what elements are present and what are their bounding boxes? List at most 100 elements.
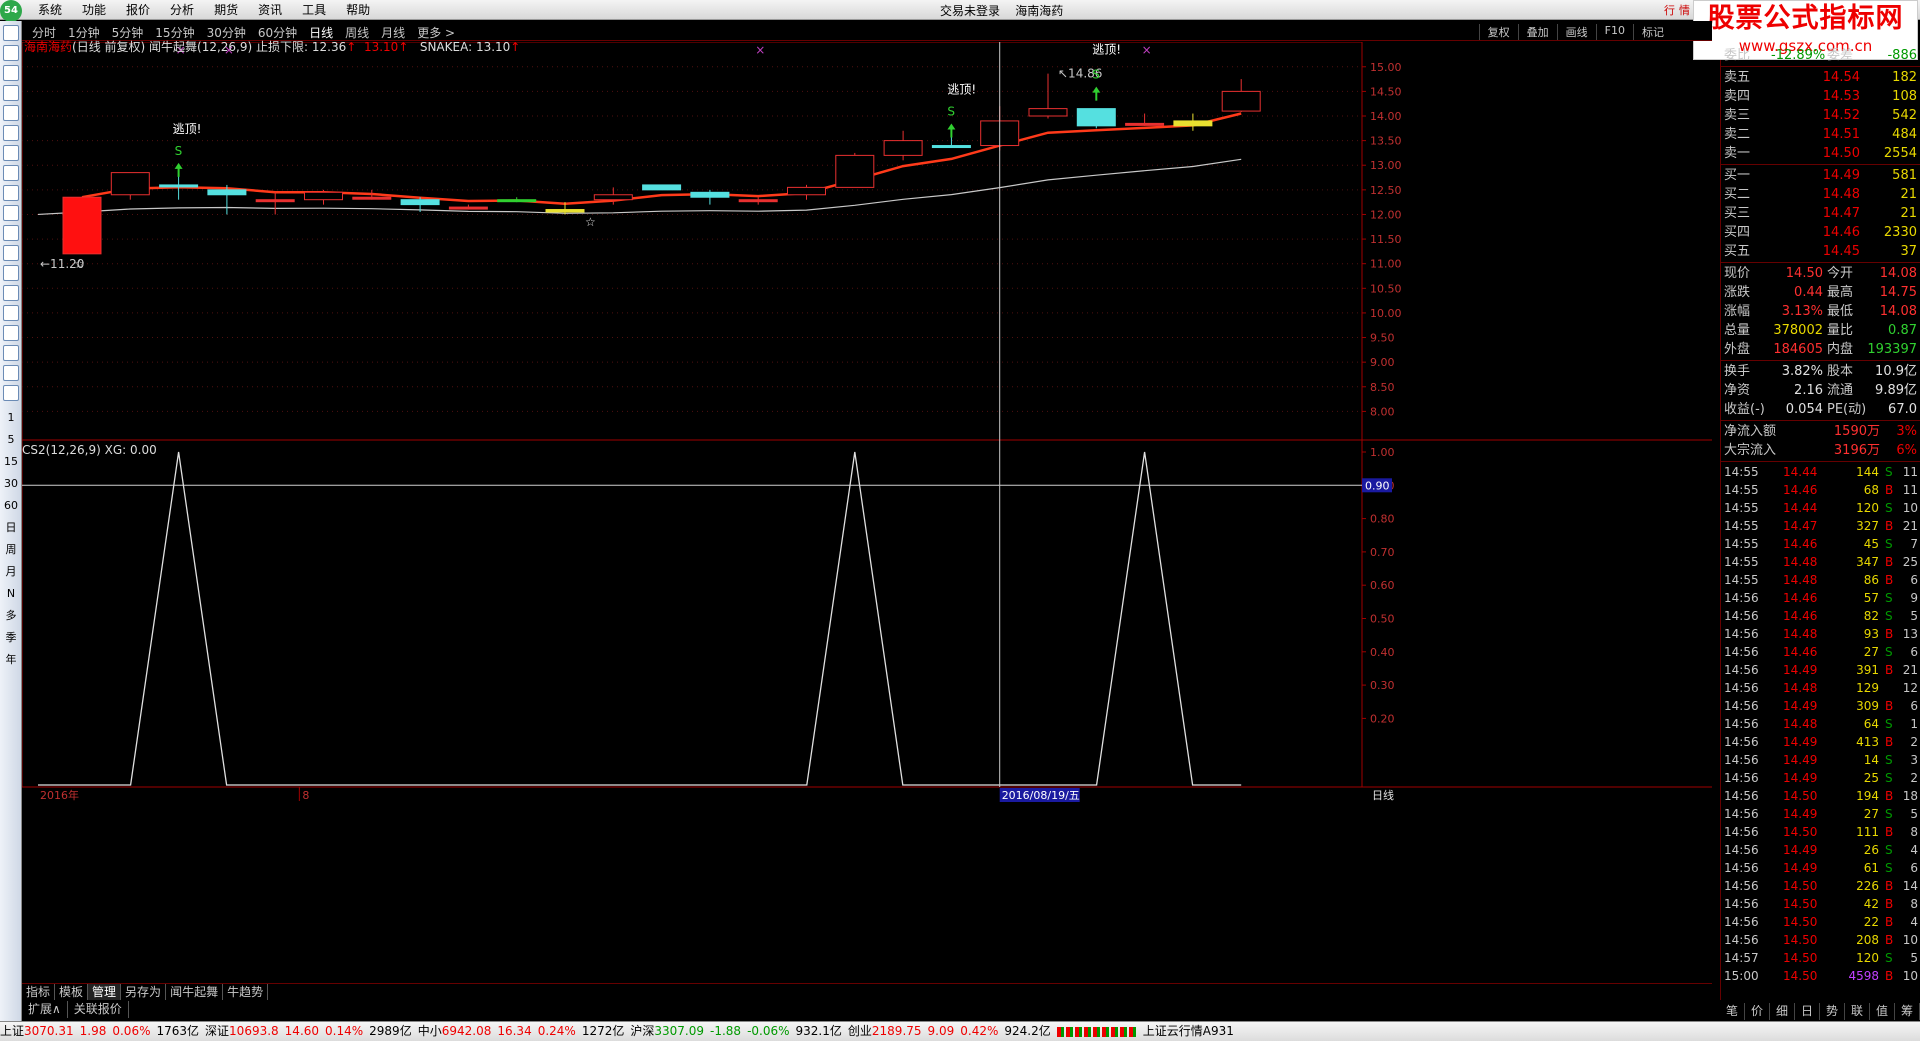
chart-area[interactable]: 8.00 8.50 9.00 9.50 10.00 10.50 11.00 11.50 12.0… [22, 40, 1712, 992]
orderbook-row[interactable]: 买三 14.47 21 [1721, 204, 1920, 223]
left-period-8[interactable]: N [0, 583, 22, 605]
up-icon[interactable] [3, 25, 19, 41]
orderbook-row[interactable]: 买二 14.48 21 [1721, 185, 1920, 204]
quote-tab-4[interactable]: 势 [1820, 1003, 1845, 1020]
candle[interactable] [883, 130, 923, 161]
left-period-11[interactable]: 年 [0, 649, 22, 671]
orderbook-row[interactable]: 卖二 14.51 484 [1721, 125, 1920, 144]
extend-tab-0[interactable]: 扩展∧ [22, 1001, 68, 1018]
login-status[interactable]: 交易未登录 [940, 4, 1000, 18]
pen-icon[interactable] [3, 345, 19, 361]
quote-tab-3[interactable]: 日 [1795, 1003, 1820, 1020]
candle[interactable] [62, 196, 102, 255]
left-period-4[interactable]: 60 [0, 495, 22, 517]
wave-icon[interactable] [3, 265, 19, 281]
bar-icon[interactable] [3, 185, 19, 201]
indicator-tab-1[interactable]: 模板 [55, 984, 89, 1000]
menu-item-2[interactable]: 报价 [116, 2, 160, 18]
menu-item-1[interactable]: 功能 [72, 2, 116, 18]
down-icon[interactable] [3, 45, 19, 61]
F5-icon[interactable] [3, 365, 19, 381]
orderbook-row[interactable]: 卖五 14.54 182 [1721, 68, 1920, 87]
app-logo[interactable]: 54 [0, 0, 22, 22]
candle[interactable] [1076, 108, 1116, 129]
index-name[interactable]: 上证 [0, 1024, 24, 1038]
menu-item-0[interactable]: 系统 [28, 2, 72, 18]
orderbook-row[interactable]: 卖一 14.50 2554 [1721, 144, 1920, 163]
candle[interactable] [448, 204, 488, 210]
quote-tab-5[interactable]: 联 [1845, 1003, 1870, 1020]
F16-icon[interactable] [3, 225, 19, 241]
orderbook-row[interactable]: 卖四 14.53 108 [1721, 87, 1920, 106]
indicator-tab-2[interactable]: 管理 [88, 984, 122, 1000]
S-icon[interactable] [3, 305, 19, 321]
menu-item-6[interactable]: 工具 [292, 2, 336, 18]
index-name[interactable]: 深证 [205, 1024, 229, 1038]
left-period-0[interactable]: 1 [0, 407, 22, 429]
RSI-icon[interactable] [3, 285, 19, 301]
kline-icon[interactable] [3, 125, 19, 141]
left-period-6[interactable]: 周 [0, 539, 22, 561]
orderbook-row[interactable]: 买一 14.49 581 [1721, 166, 1920, 185]
clock-icon[interactable] [3, 245, 19, 261]
candle[interactable] [738, 197, 778, 205]
sync-icon[interactable] [3, 385, 19, 401]
F10-icon[interactable] [3, 145, 19, 161]
tool-2[interactable]: 画线 [1556, 24, 1596, 40]
left-period-9[interactable]: 多 [0, 605, 22, 627]
tool-4[interactable]: 标记 [1633, 24, 1672, 40]
tool-1[interactable]: 叠加 [1517, 24, 1557, 40]
left-period-2[interactable]: 15 [0, 451, 22, 473]
quote-tab-7[interactable]: 筹 [1895, 1003, 1920, 1020]
candle[interactable] [787, 184, 826, 200]
extend-tab-1[interactable]: 关联报价 [68, 1001, 129, 1018]
left-period-5[interactable]: 日 [0, 517, 22, 539]
indicator-tab-0[interactable]: 指标 [22, 984, 56, 1000]
candle[interactable] [1173, 113, 1213, 131]
line-icon[interactable] [3, 105, 19, 121]
menu-item-5[interactable]: 资讯 [248, 2, 292, 18]
quote-tab-6[interactable]: 值 [1870, 1003, 1895, 1020]
index-name[interactable]: 中小 [418, 1024, 442, 1038]
F-icon[interactable] [3, 165, 19, 181]
F12-icon[interactable] [3, 205, 19, 221]
move-icon[interactable] [3, 325, 19, 341]
left-period-7[interactable]: 月 [0, 561, 22, 583]
left-period-10[interactable]: 季 [0, 627, 22, 649]
tool-0[interactable]: 复权 [1478, 24, 1518, 40]
index-name[interactable]: 创业 [848, 1024, 872, 1038]
tbl-icon[interactable] [3, 85, 19, 101]
menu-item-7[interactable]: 帮助 [336, 2, 380, 18]
candle[interactable] [255, 192, 295, 215]
candle[interactable] [207, 184, 247, 215]
menu-item-4[interactable]: 期货 [204, 2, 248, 18]
k-icon[interactable] [3, 65, 19, 81]
window-btn-1[interactable]: 情 [1679, 2, 1690, 18]
indicator-tab-3[interactable]: 另存为 [121, 984, 167, 1000]
left-period-1[interactable]: 5 [0, 429, 22, 451]
candle[interactable] [835, 152, 875, 188]
candle[interactable] [1125, 113, 1165, 126]
indicator-tab-4[interactable]: 闻牛起舞 [166, 984, 224, 1000]
candle[interactable] [1221, 79, 1261, 113]
quote-tab-2[interactable]: 细 [1770, 1003, 1795, 1020]
orderbook-row[interactable]: 买五 14.45 37 [1721, 242, 1920, 261]
menu-item-3[interactable]: 分析 [160, 2, 204, 18]
candle[interactable] [110, 172, 150, 200]
kline-svg[interactable]: 8.00 8.50 9.00 9.50 10.00 10.50 11.00 11.50 12.0… [22, 42, 1712, 992]
orderbook-row[interactable]: 卖三 14.52 542 [1721, 106, 1920, 125]
quote-tab-1[interactable]: 价 [1745, 1003, 1770, 1020]
indicator-tab-5[interactable]: 牛趋势 [223, 984, 269, 1000]
tick-list[interactable]: 14:55 14.44 144 S 11 14:55 14.46 68 B 11 14:55 14.4… [1721, 463, 1920, 985]
left-period-3[interactable]: 30 [0, 473, 22, 495]
tick-count: 11 [1902, 465, 1918, 479]
index-name[interactable]: 沪深 [630, 1024, 654, 1038]
orderbook-row[interactable]: 买四 14.46 2330 [1721, 223, 1920, 242]
candle[interactable] [642, 184, 682, 191]
window-btn-0[interactable]: 行 [1664, 2, 1675, 18]
tool-3[interactable]: F10 [1595, 24, 1633, 40]
quote-tab-0[interactable]: 笔 [1720, 1003, 1745, 1020]
candle[interactable] [497, 197, 537, 203]
candle[interactable] [304, 189, 343, 205]
candle[interactable] [690, 189, 730, 205]
